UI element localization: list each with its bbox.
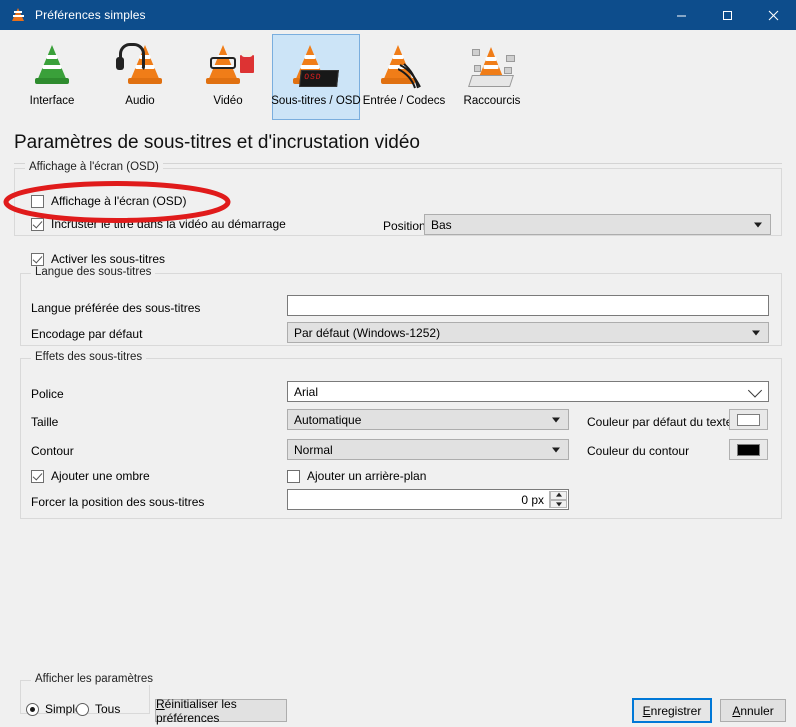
minimize-button[interactable]	[658, 0, 704, 30]
window-controls	[658, 0, 796, 30]
toolbar-item-interface[interactable]: Interface	[8, 34, 96, 120]
vlc-hotkeys-icon	[462, 41, 522, 93]
encoding-dropdown[interactable]: Par défaut (Windows-1252)	[287, 322, 769, 343]
subtitle-language-group-title: Langue des sous-titres	[31, 266, 156, 278]
window-title: Préférences simples	[35, 8, 146, 22]
title-bar: Préférences simples	[0, 0, 796, 30]
position-dropdown[interactable]: Bas	[424, 214, 771, 235]
toolbar-item-label: Interface	[29, 95, 75, 107]
radio-all-dot[interactable]	[76, 702, 89, 716]
spinner-up-icon[interactable]	[550, 491, 567, 500]
encoding-value: Par défaut (Windows-1252)	[294, 325, 441, 340]
vlc-audio-icon	[110, 41, 170, 93]
subtitle-effects-group-title: Effets des sous-titres	[31, 351, 147, 363]
outline-dropdown[interactable]: Normal	[287, 439, 569, 460]
radio-simple-dot[interactable]	[26, 702, 39, 716]
outline-value: Normal	[294, 442, 333, 457]
size-value: Automatique	[294, 412, 362, 427]
toolbar-item-label: Vidéo	[213, 95, 243, 107]
vlc-cone-icon	[10, 7, 26, 23]
enable-subtitles-label: Activer les sous-titres	[51, 252, 166, 266]
outline-color-button[interactable]	[729, 439, 768, 460]
toolbar-item-label: Raccourcis	[463, 95, 521, 107]
vlc-interface-icon	[22, 41, 82, 93]
size-label: Taille	[31, 415, 59, 429]
shadow-checkbox[interactable]: Ajouter une ombre	[31, 469, 150, 483]
background-checkbox-label: Ajouter un arrière-plan	[307, 469, 427, 483]
radio-simple[interactable]: Simple	[26, 702, 82, 716]
save-button[interactable]: Enregistrer	[632, 698, 712, 723]
position-label: Position	[383, 219, 426, 233]
enable-subtitles-checkbox[interactable]: Activer les sous-titres	[31, 252, 165, 266]
close-button[interactable]	[750, 0, 796, 30]
position-value: Bas	[431, 217, 452, 232]
preferences-toolbar: Interface Audio Vidéo OSD Sous-titres / …	[0, 30, 796, 124]
osd-group-title: Affichage à l'écran (OSD)	[25, 161, 163, 173]
text-color-button[interactable]	[729, 409, 768, 430]
preferred-language-value	[288, 296, 768, 299]
outline-color-swatch	[737, 443, 760, 456]
reset-preferences-button[interactable]: Réinitialiser les préférences	[155, 696, 287, 725]
title-overlay-checkbox-label: Incruster le titre dans la vidéo au déma…	[51, 217, 286, 231]
text-color-swatch	[737, 413, 760, 426]
force-position-value: 0 px	[521, 492, 544, 507]
shadow-checkbox-box[interactable]	[31, 469, 44, 483]
toolbar-item-label: Entrée / Codecs	[362, 95, 446, 107]
vlc-input-icon	[374, 41, 434, 93]
shadow-checkbox-label: Ajouter une ombre	[51, 469, 150, 483]
preferred-language-input[interactable]	[287, 295, 769, 316]
cancel-button-label: nnuler	[740, 703, 774, 718]
background-checkbox[interactable]: Ajouter un arrière-plan	[287, 469, 426, 483]
toolbar-item-video[interactable]: Vidéo	[184, 34, 272, 120]
osd-checkbox-box[interactable]	[31, 194, 44, 208]
outline-label: Contour	[31, 444, 74, 458]
toolbar-item-label: Sous-titres / OSD	[271, 95, 361, 107]
title-overlay-checkbox-box[interactable]	[31, 217, 44, 231]
reset-button-accel: R	[156, 696, 165, 711]
reset-button-label: éinitialiser les préférences	[156, 696, 237, 725]
page-title: Paramètres de sous-titres et d'incrustat…	[14, 132, 420, 153]
text-color-label: Couleur par défaut du texte	[587, 415, 733, 429]
size-dropdown[interactable]: Automatique	[287, 409, 569, 430]
save-button-label: nregistrer	[650, 703, 702, 718]
maximize-button[interactable]	[704, 0, 750, 30]
spinner-buttons[interactable]	[549, 491, 567, 508]
title-overlay-checkbox[interactable]: Incruster le titre dans la vidéo au déma…	[31, 217, 286, 231]
force-position-label: Forcer la position des sous-titres	[31, 495, 205, 509]
radio-all[interactable]: Tous	[76, 702, 120, 716]
toolbar-item-audio[interactable]: Audio	[96, 34, 184, 120]
chevron-down-icon	[754, 222, 762, 227]
encoding-label: Encodage par défaut	[31, 327, 143, 341]
preferred-language-label: Langue préférée des sous-titres	[31, 301, 201, 315]
cancel-button[interactable]: Annuler	[720, 699, 786, 722]
font-value: Arial	[294, 384, 319, 399]
toolbar-item-subtitles-osd[interactable]: OSD Sous-titres / OSD	[271, 34, 361, 120]
vlc-video-icon	[198, 41, 258, 93]
spinner-down-icon[interactable]	[550, 499, 567, 508]
vlc-subtitles-icon: OSD	[286, 41, 346, 93]
force-position-spinner[interactable]: 0 px	[287, 489, 569, 510]
chevron-down-icon	[552, 417, 560, 422]
outline-color-label: Couleur du contour	[587, 444, 690, 458]
show-settings-group-title: Afficher les paramètres	[31, 673, 158, 685]
background-checkbox-box[interactable]	[287, 469, 300, 483]
osd-checkbox-label: Affichage à l'écran (OSD)	[51, 194, 187, 208]
osd-checkbox[interactable]: Affichage à l'écran (OSD)	[31, 194, 186, 208]
radio-all-label: Tous	[95, 702, 121, 716]
toolbar-item-hotkeys[interactable]: Raccourcis	[448, 34, 536, 120]
toolbar-item-input-codecs[interactable]: Entrée / Codecs	[360, 34, 448, 120]
chevron-down-icon	[752, 330, 760, 335]
font-dropdown[interactable]: Arial	[287, 381, 769, 402]
toolbar-item-label: Audio	[125, 95, 155, 107]
chevron-down-icon	[747, 382, 763, 398]
save-button-accel: E	[642, 703, 651, 718]
font-label: Police	[31, 387, 64, 401]
chevron-down-icon	[552, 447, 560, 452]
enable-subtitles-checkbox-box[interactable]	[31, 252, 44, 266]
